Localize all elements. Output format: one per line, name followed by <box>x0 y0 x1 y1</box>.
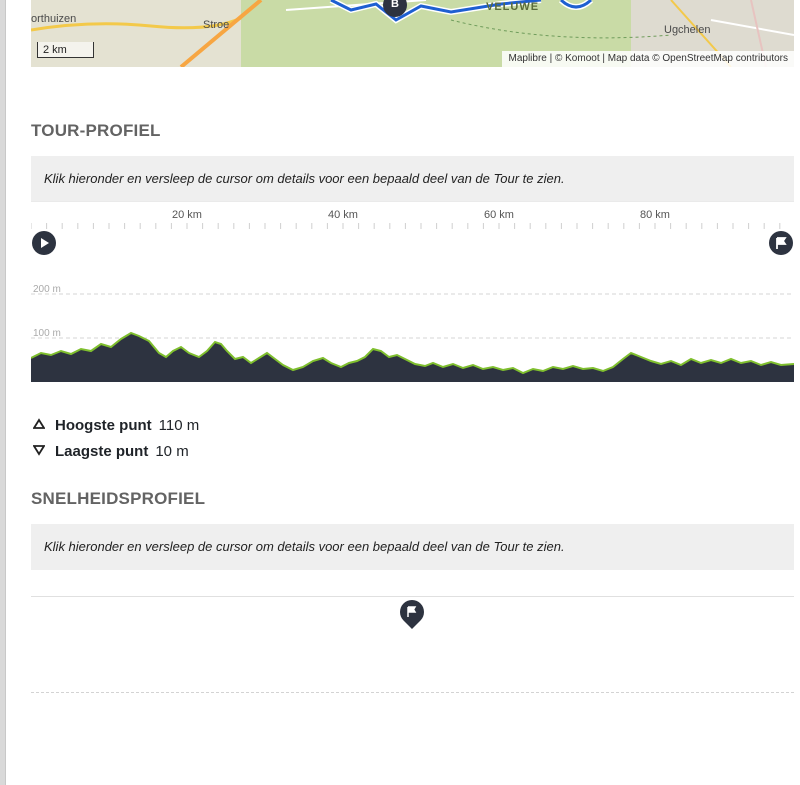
elevation-tick-label: 200 m <box>33 284 61 295</box>
distance-tick-label: 40 km <box>328 209 358 221</box>
elevation-area <box>31 333 794 382</box>
tour-profile-title: TOUR-PROFIEL <box>31 121 161 140</box>
elevation-chart[interactable]: 20 km 40 km 60 km 80 km 200 m 100 m <box>31 201 794 386</box>
map-scale: 2 km <box>37 42 94 58</box>
triangle-up-icon <box>32 417 55 433</box>
speed-profile-title: SNELHEIDSPROFIEL <box>31 489 206 508</box>
lowest-point-value: 10 m <box>155 442 189 460</box>
map-attribution[interactable]: Maplibre | © Komoot | Map data © OpenStr… <box>502 51 794 67</box>
triangle-down-icon <box>32 444 55 459</box>
distance-tick-label: 20 km <box>172 209 202 221</box>
map-label-veluwe: VELUWE <box>486 1 540 13</box>
elevation-stats: Hoogste punt 110 m Laagste punt 10 m <box>32 412 200 464</box>
highest-point-value: 110 m <box>158 416 200 434</box>
tour-profile-hint: Klik hieronder en versleep de cursor om … <box>31 156 794 202</box>
speed-chart-top-line <box>31 596 794 597</box>
play-icon <box>41 238 49 248</box>
speed-chart-marker[interactable] <box>395 595 429 629</box>
map-label-stroe: Stroe <box>203 19 230 31</box>
lowest-point-label: Laagste punt <box>55 442 149 460</box>
flag-icon <box>776 237 787 249</box>
speed-chart-gridline <box>31 692 794 693</box>
waypoint-b-label: B <box>391 0 399 10</box>
tour-finish-marker[interactable] <box>769 231 793 255</box>
distance-tick-label: 60 km <box>484 209 514 221</box>
distance-tick-label: 80 km <box>640 209 670 221</box>
page-left-border <box>0 0 6 785</box>
tour-start-marker[interactable] <box>32 231 56 255</box>
map-label-ugchelen: Ugchelen <box>664 24 711 36</box>
highest-point-row: Hoogste punt 110 m <box>32 412 200 438</box>
speed-profile-hint: Klik hieronder en versleep de cursor om … <box>31 524 794 570</box>
flag-icon <box>407 606 417 617</box>
elevation-tick-label: 100 m <box>33 328 61 339</box>
distance-axis-ticks <box>31 223 781 229</box>
lowest-point-row: Laagste punt 10 m <box>32 438 199 464</box>
map-label-town: orthuizen <box>31 13 77 25</box>
highest-point-label: Hoogste punt <box>55 416 152 434</box>
tour-map[interactable]: orthuizen Stroe VELUWE Ugchelen B 2 km M… <box>31 0 794 67</box>
